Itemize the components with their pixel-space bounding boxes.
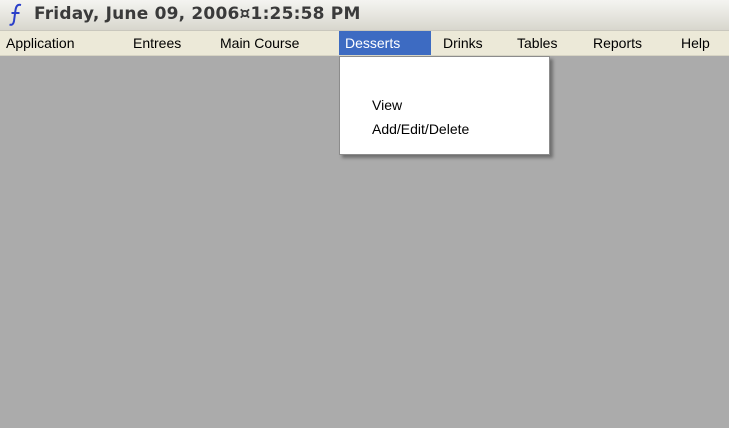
menu-desserts[interactable]: Desserts: [339, 31, 431, 55]
window-title: Friday, June 09, 2006¤1:25:58 PM: [34, 4, 361, 24]
menu-entrees[interactable]: Entrees: [127, 31, 187, 55]
app-logo-icon: [8, 2, 26, 28]
menu-item-view[interactable]: View: [340, 93, 549, 117]
menu-main-course[interactable]: Main Course: [214, 31, 305, 55]
title-bar: Friday, June 09, 2006¤1:25:58 PM: [0, 0, 729, 31]
menu-tables[interactable]: Tables: [511, 31, 563, 55]
menu-drinks[interactable]: Drinks: [437, 31, 489, 55]
application-window: Friday, June 09, 2006¤1:25:58 PM Applica…: [0, 0, 729, 428]
desserts-dropdown-menu: View Add/Edit/Delete: [339, 56, 550, 155]
menu-help[interactable]: Help: [675, 31, 716, 55]
menu-bar: Application Entrees Main Course Desserts…: [0, 31, 729, 56]
menu-application[interactable]: Application: [0, 31, 81, 55]
menu-reports[interactable]: Reports: [587, 31, 648, 55]
menu-item-add-edit-delete[interactable]: Add/Edit/Delete: [340, 117, 549, 141]
